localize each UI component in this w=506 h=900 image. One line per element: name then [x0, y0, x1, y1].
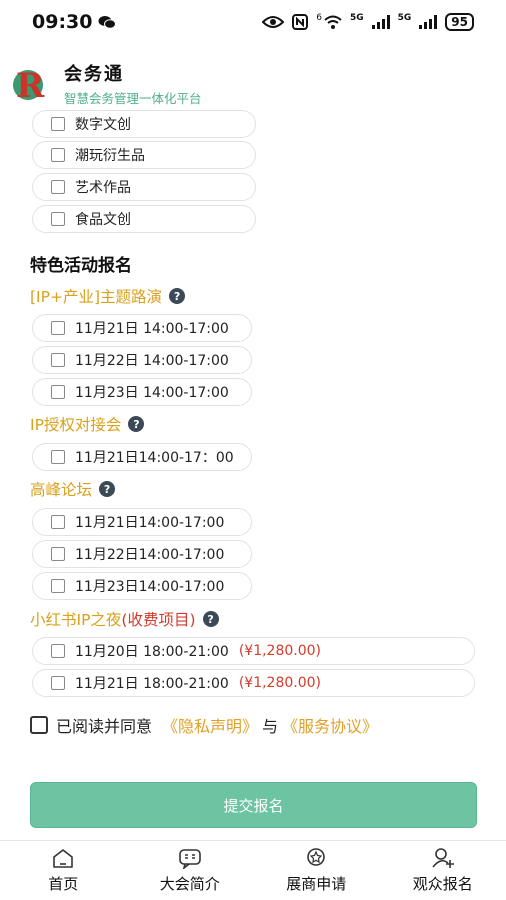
event-title: [IP+产业]主题路演? — [30, 285, 186, 307]
event-title: 高峰论坛? — [30, 478, 116, 500]
agreement-row: 已阅读并同意 《隐私声明》 与 《服务协议》 — [30, 713, 382, 737]
event-slot[interactable]: 11月21日 18:00-21:00 (¥1,280.00) — [32, 669, 475, 697]
checkbox[interactable] — [51, 515, 65, 529]
event-slot[interactable]: 11月20日 18:00-21:00 (¥1,280.00) — [32, 637, 475, 665]
wifi-gen: 6 — [316, 13, 322, 23]
checkbox[interactable] — [51, 450, 65, 464]
star-icon — [307, 848, 326, 866]
checkbox[interactable] — [51, 579, 65, 593]
help-icon[interactable]: ? — [128, 416, 145, 432]
home-icon — [53, 849, 74, 868]
wifi-icon — [324, 15, 342, 29]
eye-icon — [262, 16, 285, 28]
app-name: 会务通 — [64, 63, 124, 85]
status-time: 09:30 — [32, 11, 117, 33]
app-header: R 会务通 智慧会务管理一体化平台 — [0, 58, 506, 108]
event-slot[interactable]: 11月21日 14:00-17:00 — [32, 314, 252, 342]
slot-price: (¥1,280.00) — [238, 675, 322, 691]
status-bar: 09:30 6 5G 5G 95 — [0, 0, 506, 44]
submit-button[interactable]: 提交报名 — [30, 782, 477, 828]
event-slot[interactable]: 11月22日14:00-17:00 — [32, 540, 252, 568]
checkbox[interactable] — [51, 676, 65, 690]
tab-home[interactable]: 首页 — [0, 841, 127, 900]
user-add-icon — [432, 848, 454, 868]
signal-icon — [419, 15, 438, 29]
checkbox[interactable] — [51, 547, 65, 561]
help-icon[interactable]: ? — [169, 288, 186, 304]
checkbox[interactable] — [51, 148, 65, 162]
app-slogan: 智慧会务管理一体化平台 — [64, 90, 202, 106]
network-label-1: 5G — [349, 13, 364, 23]
event-slot[interactable]: 11月21日14:00-17:00 — [32, 508, 252, 536]
privacy-link[interactable]: 《隐私声明》 — [162, 713, 258, 737]
checkbox[interactable] — [51, 385, 65, 399]
event-slot[interactable]: 11月21日14:00-17：00 — [32, 443, 252, 471]
tab-exhibitor[interactable]: 展商申请 — [253, 841, 380, 900]
network-label-2: 5G — [397, 13, 412, 23]
wechat-icon — [98, 16, 117, 29]
bottom-tab-bar: 首页 大会简介 展商申请 观众报名 — [0, 840, 506, 900]
service-link[interactable]: 《服务协议》 — [282, 713, 378, 737]
signal-icon — [371, 15, 390, 29]
app-logo: R — [10, 63, 54, 106]
event-title: IP授权对接会? — [30, 413, 145, 435]
section-title: 特色活动报名 — [30, 256, 132, 276]
checkbox[interactable] — [51, 117, 65, 131]
category-option[interactable]: 艺术作品 — [32, 173, 256, 201]
agreement-checkbox[interactable] — [30, 716, 48, 734]
status-icons: 6 5G 5G 95 — [262, 13, 474, 31]
battery-icon: 95 — [445, 13, 474, 31]
event-title: 小红书IP之夜 (收费项目)? — [30, 608, 219, 630]
svg-text:R: R — [16, 66, 45, 103]
checkbox[interactable] — [51, 212, 65, 226]
nfc-icon — [292, 14, 309, 30]
help-icon[interactable]: ? — [99, 481, 116, 497]
category-option[interactable]: 食品文创 — [32, 205, 256, 233]
checkbox[interactable] — [51, 353, 65, 367]
checkbox[interactable] — [51, 180, 65, 194]
chat-icon — [178, 849, 201, 869]
category-option[interactable]: 数字文创 — [32, 110, 256, 138]
checkbox[interactable] — [51, 644, 65, 658]
slot-price: (¥1,280.00) — [238, 643, 322, 659]
tab-visitor[interactable]: 观众报名 — [380, 841, 506, 900]
brand: 会务通 智慧会务管理一体化平台 — [64, 60, 202, 107]
event-slot[interactable]: 11月23日14:00-17:00 — [32, 572, 252, 600]
checkbox[interactable] — [51, 321, 65, 335]
registration-form: 数字文创 潮玩衍生品 艺术作品 食品文创 特色活动报名 [IP+产业]主题路演?… — [0, 110, 506, 840]
help-icon[interactable]: ? — [202, 611, 219, 627]
tab-intro[interactable]: 大会简介 — [127, 841, 254, 900]
category-option[interactable]: 潮玩衍生品 — [32, 141, 256, 169]
event-slot[interactable]: 11月22日 14:00-17:00 — [32, 346, 252, 374]
event-slot[interactable]: 11月23日 14:00-17:00 — [32, 378, 252, 406]
